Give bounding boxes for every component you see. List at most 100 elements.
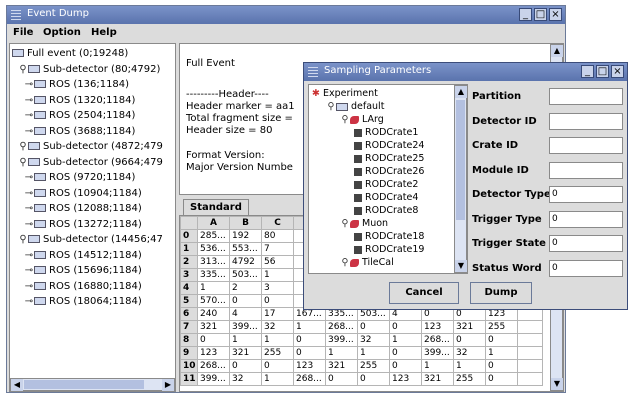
detector-tree-node[interactable]: RODCrate26 xyxy=(354,165,424,178)
expand-handle-icon[interactable]: ⚲ xyxy=(326,100,336,113)
dialog-menu-icon[interactable] xyxy=(308,67,318,77)
table-cell[interactable]: 0 xyxy=(261,294,294,308)
table-cell[interactable]: 2 xyxy=(229,281,262,295)
table-cell[interactable]: 1 xyxy=(261,333,294,347)
table-cell[interactable]: 0 xyxy=(229,294,262,308)
row-header[interactable]: 10 xyxy=(180,359,198,373)
tree-ros[interactable]: ⊸ ROS (13272;1184) xyxy=(24,217,142,232)
tree-ros[interactable]: ⊸ ROS (14512;1184) xyxy=(24,248,142,263)
expand-handle-icon[interactable]: ⚲ xyxy=(18,155,28,170)
table-cell[interactable]: 1 xyxy=(293,320,326,334)
row-header[interactable]: 7 xyxy=(180,320,198,334)
table-row[interactable]: 9 123 321 255 0 1 1 0 399... 32 1 xyxy=(180,346,543,360)
tree-ros[interactable]: ⊸ ROS (15696;1184) xyxy=(24,263,142,278)
expand-handle-icon[interactable]: ⚲ xyxy=(340,113,350,126)
table-cell[interactable]: 4792 xyxy=(229,255,262,269)
row-header[interactable]: 6 xyxy=(180,307,198,321)
leaf-handle-icon[interactable]: ⊸ xyxy=(24,248,34,263)
table-cell[interactable]: 0 xyxy=(229,359,262,373)
tab-standard[interactable]: Standard xyxy=(183,199,249,215)
table-cell[interactable]: 335... xyxy=(197,268,230,282)
main-titlebar[interactable]: Event Dump _ □ × xyxy=(7,6,565,24)
menu-option[interactable]: Option xyxy=(43,27,81,38)
detector-tree-node[interactable]: ⚲ Muon xyxy=(340,217,389,230)
tree-ros[interactable]: ⊸ ROS (2504;1184) xyxy=(24,108,136,123)
table-cell[interactable]: 0 xyxy=(261,359,294,373)
tree-horizontal-scrollbar[interactable]: ◀ ▶ xyxy=(10,378,175,391)
detector-tree-node[interactable]: RODCrate24 xyxy=(354,139,424,152)
table-cell[interactable]: 1 xyxy=(453,359,486,373)
tree-ros[interactable]: ⊸ ROS (18064;1184) xyxy=(24,294,142,309)
table-cell[interactable]: 321 xyxy=(421,372,454,386)
table-cell[interactable]: 123 xyxy=(389,372,422,386)
table-cell[interactable]: 32 xyxy=(229,372,262,386)
tree-ros[interactable]: ⊸ ROS (9720;1184) xyxy=(24,170,136,185)
table-cell[interactable]: 1 xyxy=(357,346,390,360)
dialog-maximize-icon[interactable]: □ xyxy=(596,65,609,78)
leaf-handle-icon[interactable]: ⊸ xyxy=(24,186,34,201)
table-cell[interactable]: 0 xyxy=(197,333,230,347)
tree-ros[interactable]: ⊸ ROS (12088;1184) xyxy=(24,201,142,216)
tree-ros[interactable]: ⊸ ROS (136;1184) xyxy=(24,77,129,92)
scroll-down-icon[interactable]: ▼ xyxy=(551,378,563,390)
menu-help[interactable]: Help xyxy=(91,27,117,38)
tree-root[interactable]: Full event (0;19248) xyxy=(12,46,128,61)
tree-ros[interactable]: ⊸ ROS (3688;1184) xyxy=(24,124,136,139)
minimize-icon[interactable]: _ xyxy=(519,8,532,21)
table-cell[interactable]: 503... xyxy=(229,268,262,282)
detector-tree-node[interactable]: RODCrate1 xyxy=(354,126,418,139)
table-cell[interactable]: 321 xyxy=(229,346,262,360)
table-cell[interactable]: 268... xyxy=(293,372,326,386)
column-header[interactable]: A xyxy=(197,216,230,230)
tree-ros[interactable]: ⊸ ROS (16880;1184) xyxy=(24,279,142,294)
table-cell[interactable]: 255 xyxy=(485,320,518,334)
row-header[interactable]: 8 xyxy=(180,333,198,347)
table-cell[interactable]: 192 xyxy=(229,229,262,243)
scroll-left-icon[interactable]: ◀ xyxy=(11,379,23,391)
detector-tree-node[interactable]: RODCrate25 xyxy=(354,152,424,165)
table-cell[interactable]: 0 xyxy=(453,333,486,347)
close-icon[interactable]: × xyxy=(549,8,562,21)
table-cell[interactable]: 553... xyxy=(229,242,262,256)
table-cell[interactable]: 399... xyxy=(197,372,230,386)
leaf-handle-icon[interactable]: ⊸ xyxy=(24,217,34,232)
tree-ros[interactable]: ⊸ ROS (1320;1184) xyxy=(24,93,136,108)
table-cell[interactable]: 0 xyxy=(389,359,422,373)
table-cell[interactable]: 399... xyxy=(421,346,454,360)
table-cell[interactable]: 1 xyxy=(421,359,454,373)
dialog-titlebar[interactable]: Sampling Parameters _ □ × xyxy=(304,63,627,81)
expand-handle-icon[interactable]: ⚲ xyxy=(340,256,350,269)
detector-tree-node[interactable]: RODCrate18 xyxy=(354,230,424,243)
table-cell[interactable]: 7 xyxy=(261,242,294,256)
table-cell[interactable]: 321 xyxy=(453,320,486,334)
tree-subdetector[interactable]: ⚲ Sub-detector (14456;47 xyxy=(18,232,163,247)
row-header[interactable]: 1 xyxy=(180,242,198,256)
maximize-icon[interactable]: □ xyxy=(534,8,547,21)
table-cell[interactable]: 255 xyxy=(357,359,390,373)
row-header[interactable]: 4 xyxy=(180,281,198,295)
parameter-input[interactable]: 0 xyxy=(549,259,623,277)
table-cell[interactable]: 17 xyxy=(261,307,294,321)
table-row[interactable]: 8 0 1 1 0 399... 32 1 268... 0 0 xyxy=(180,333,543,347)
table-cell[interactable]: 1 xyxy=(261,372,294,386)
parameter-input[interactable]: 0 xyxy=(549,210,623,228)
expand-handle-icon[interactable]: ⚲ xyxy=(18,139,28,154)
table-cell[interactable]: 321 xyxy=(197,320,230,334)
table-cell[interactable]: 255 xyxy=(453,372,486,386)
menu-file[interactable]: File xyxy=(13,27,33,38)
detector-tree-node[interactable]: ⚲ default xyxy=(326,100,385,113)
parameter-input[interactable] xyxy=(549,88,623,105)
leaf-handle-icon[interactable]: ⊸ xyxy=(24,263,34,278)
detector-tree-node[interactable]: RODCrate19 xyxy=(354,243,424,256)
scroll-up-icon[interactable]: ▲ xyxy=(551,45,563,57)
detector-tree-node[interactable]: RODCrate8 xyxy=(354,204,418,217)
table-cell[interactable]: 3 xyxy=(261,281,294,295)
leaf-handle-icon[interactable]: ⊸ xyxy=(24,124,34,139)
table-cell[interactable]: 0 xyxy=(485,359,518,373)
tree-subdetector[interactable]: ⚲ Sub-detector (4872;479 xyxy=(18,139,163,154)
leaf-handle-icon[interactable]: ⊸ xyxy=(24,201,34,216)
parameter-input[interactable]: 0 xyxy=(549,186,623,203)
table-cell[interactable]: 123 xyxy=(421,320,454,334)
row-header[interactable]: 0 xyxy=(180,229,198,243)
table-cell[interactable]: 0 xyxy=(293,346,326,360)
